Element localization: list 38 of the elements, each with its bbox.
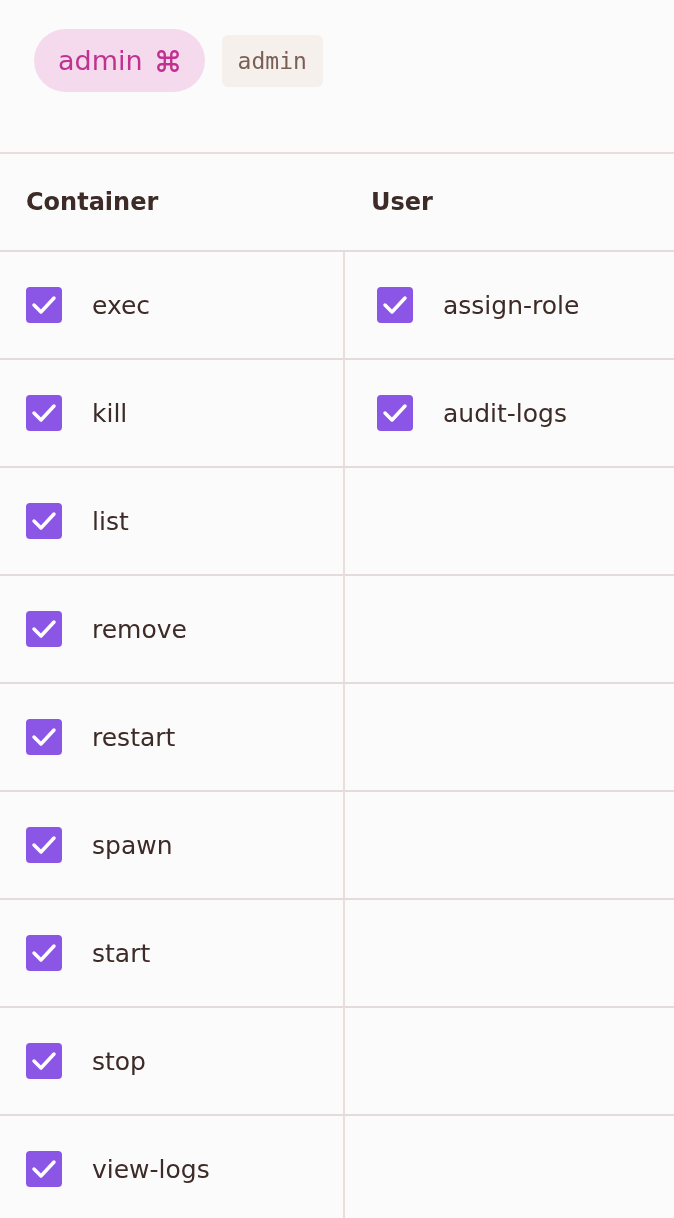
- permission-label: start: [92, 938, 151, 968]
- check-icon: [31, 727, 57, 747]
- check-icon: [382, 295, 408, 315]
- check-icon: [31, 1051, 57, 1071]
- check-icon: [31, 943, 57, 963]
- check-icon: [31, 835, 57, 855]
- checkbox[interactable]: [26, 287, 62, 323]
- check-icon: [31, 295, 57, 315]
- command-icon: [154, 47, 181, 74]
- permission-label: restart: [92, 722, 176, 752]
- check-icon: [382, 403, 408, 423]
- permission-label: view-logs: [92, 1154, 210, 1184]
- checkbox[interactable]: [26, 611, 62, 647]
- checkbox[interactable]: [26, 935, 62, 971]
- permission-label: remove: [92, 614, 187, 644]
- permission-label: audit-logs: [443, 398, 567, 428]
- checkbox[interactable]: [26, 395, 62, 431]
- permission-label: assign-role: [443, 290, 580, 320]
- checkbox[interactable]: [26, 1151, 62, 1187]
- checkbox[interactable]: [26, 1043, 62, 1079]
- checkbox[interactable]: [377, 287, 413, 323]
- permission-label: spawn: [92, 830, 173, 860]
- permission-label: kill: [92, 398, 128, 428]
- checkbox[interactable]: [377, 395, 413, 431]
- checkbox[interactable]: [26, 503, 62, 539]
- column-heading: User: [371, 188, 433, 216]
- role-code: admin: [221, 35, 323, 87]
- checkbox[interactable]: [26, 719, 62, 755]
- check-icon: [31, 619, 57, 639]
- permission-label: stop: [92, 1046, 146, 1076]
- column-heading: Container: [26, 188, 159, 216]
- check-icon: [31, 403, 57, 423]
- check-icon: [31, 1159, 57, 1179]
- permission-label: list: [92, 506, 129, 536]
- role-badge: admin: [34, 29, 205, 92]
- check-icon: [31, 511, 57, 531]
- permission-label: exec: [92, 290, 151, 320]
- checkbox[interactable]: [26, 827, 62, 863]
